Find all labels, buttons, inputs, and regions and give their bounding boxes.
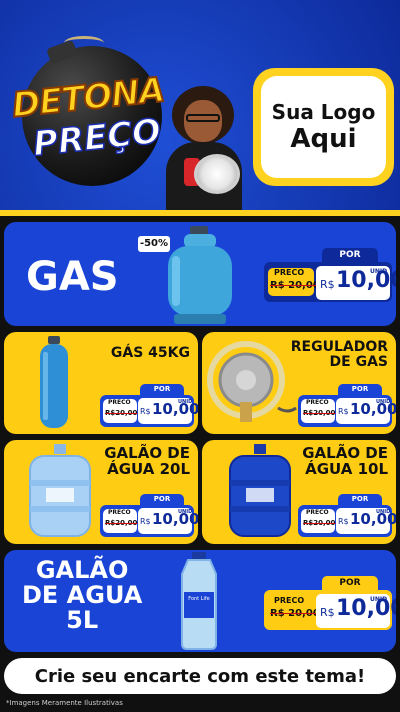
unit-label: UNID xyxy=(370,268,388,275)
gas-cylinder-icon xyxy=(168,226,232,324)
currency-label: R$ xyxy=(140,407,151,416)
product-title-galao-5l: GALÃO DE AGUA 5L xyxy=(22,556,143,635)
product-card-regulador[interactable]: REGULADOR DE GAS POR PRECO R$20,00 R$ 10… xyxy=(202,332,396,434)
title-line1: REGULADOR xyxy=(290,339,388,355)
gas-regulator-icon xyxy=(207,341,297,422)
product-title-galao-10l: GALÃO DE ÁGUA 10L xyxy=(302,445,388,478)
preco-label: PRECO xyxy=(306,399,329,406)
preco-label: PRECO xyxy=(274,268,305,277)
preco-label: PRECO xyxy=(274,596,305,605)
unit-label: UNID xyxy=(370,596,388,603)
fuse-icon xyxy=(64,36,104,50)
price-tag-galao-10l: POR PRECO R$20,00 R$ 10,00 UNID xyxy=(298,494,396,538)
price-tag-gas: POR PRECO R$ 20,00 R$ 10,00 UNID xyxy=(264,248,396,304)
discount-badge: -50% xyxy=(138,236,170,252)
preco-label: PRECO xyxy=(306,509,329,516)
disclaimer: *Imagens Meramente Ilustrativas xyxy=(6,699,123,707)
flyer-page: DETONA PREÇO Sua Logo Aqui GAS POR PRECO… xyxy=(0,0,400,712)
old-price: R$20,00 xyxy=(303,519,336,527)
product-title-gas: GAS xyxy=(26,254,119,300)
currency-label: R$ xyxy=(320,278,335,291)
title-line2: ÁGUA 20L xyxy=(107,459,190,478)
old-price: R$20,00 xyxy=(303,409,336,417)
unit-label: UNID xyxy=(376,399,391,405)
megaphone-cone xyxy=(194,154,240,194)
product-card-galao-20l[interactable]: GALÃO DE ÁGUA 20L POR PRECO R$20,00 R$ 1… xyxy=(4,440,198,544)
water-jug-10l-icon xyxy=(229,444,291,537)
por-label: POR xyxy=(338,494,382,505)
logo-text-line1: Sua Logo xyxy=(271,100,376,124)
old-price: R$20,00 xyxy=(105,409,138,417)
product-card-gas-45kg[interactable]: GÁS 45KG POR PRECO R$20,00 R$ 10,00 UNID xyxy=(4,332,198,434)
old-price: R$20,00 xyxy=(105,519,138,527)
header: DETONA PREÇO Sua Logo Aqui xyxy=(0,0,400,210)
currency-label: R$ xyxy=(338,407,349,416)
product-card-galao-10l[interactable]: GALÃO DE ÁGUA 10L POR PRECO R$20,00 R$ 1… xyxy=(202,440,396,544)
cta-banner[interactable]: Crie seu encarte com este tema! xyxy=(4,658,396,694)
product-title-gas-45kg: GÁS 45KG xyxy=(110,345,190,361)
cta-text: Crie seu encarte com este tema! xyxy=(34,665,366,687)
title-line2: ÁGUA 10L xyxy=(305,459,388,478)
currency-label: R$ xyxy=(140,517,151,526)
price-tag-galao-5l: POR PRECO R$ 20,00 R$ 10,00 UNID xyxy=(264,576,396,632)
old-price: R$ 20,00 xyxy=(270,608,320,619)
unit-label: UNID xyxy=(178,509,193,515)
por-label: POR xyxy=(322,248,378,262)
product-card-gas[interactable]: GAS POR PRECO R$ 20,00 R$ 10,00 UNID xyxy=(4,222,396,326)
por-label: POR xyxy=(140,384,184,395)
currency-label: R$ xyxy=(320,606,335,619)
unit-label: UNID xyxy=(376,509,391,515)
preco-label: PRECO xyxy=(108,509,131,516)
glasses-icon xyxy=(186,114,220,122)
currency-label: R$ xyxy=(338,517,349,526)
preco-label: PRECO xyxy=(108,399,131,406)
old-price: R$ 20,00 xyxy=(270,280,320,291)
por-label: POR xyxy=(322,576,378,590)
logo-inner: Sua Logo Aqui xyxy=(261,76,386,178)
title-line2: DE GAS xyxy=(329,353,388,370)
product-title-regulador: REGULADOR DE GAS xyxy=(291,340,388,369)
logo-placeholder[interactable]: Sua Logo Aqui xyxy=(253,68,394,186)
unit-label: UNID xyxy=(178,399,193,405)
megaphone-icon xyxy=(184,150,242,196)
price-tag-galao-20l: POR PRECO R$20,00 R$ 10,00 UNID xyxy=(100,494,198,538)
por-label: POR xyxy=(140,494,184,505)
por-label: POR xyxy=(338,384,382,395)
title-line3: 5L xyxy=(66,606,99,635)
product-title-galao-20l: GALÃO DE ÁGUA 20L xyxy=(104,445,190,478)
water-jug-20l-icon xyxy=(29,444,91,537)
product-card-galao-5l[interactable]: GALÃO DE AGUA 5L Font Life POR PRECO R$ … xyxy=(4,550,396,652)
bottle-brand-label: Font Life xyxy=(188,596,210,602)
price-tag-regulador: POR PRECO R$20,00 R$ 10,00 UNID xyxy=(298,384,396,428)
title-line2: DE AGUA xyxy=(22,581,143,610)
tall-cylinder-icon xyxy=(40,336,68,428)
title-line1: GALÃO xyxy=(35,556,129,584)
price-tag-gas-45kg: POR PRECO R$20,00 R$ 10,00 UNID xyxy=(100,384,198,428)
logo-text-line2: Aqui xyxy=(290,124,357,154)
